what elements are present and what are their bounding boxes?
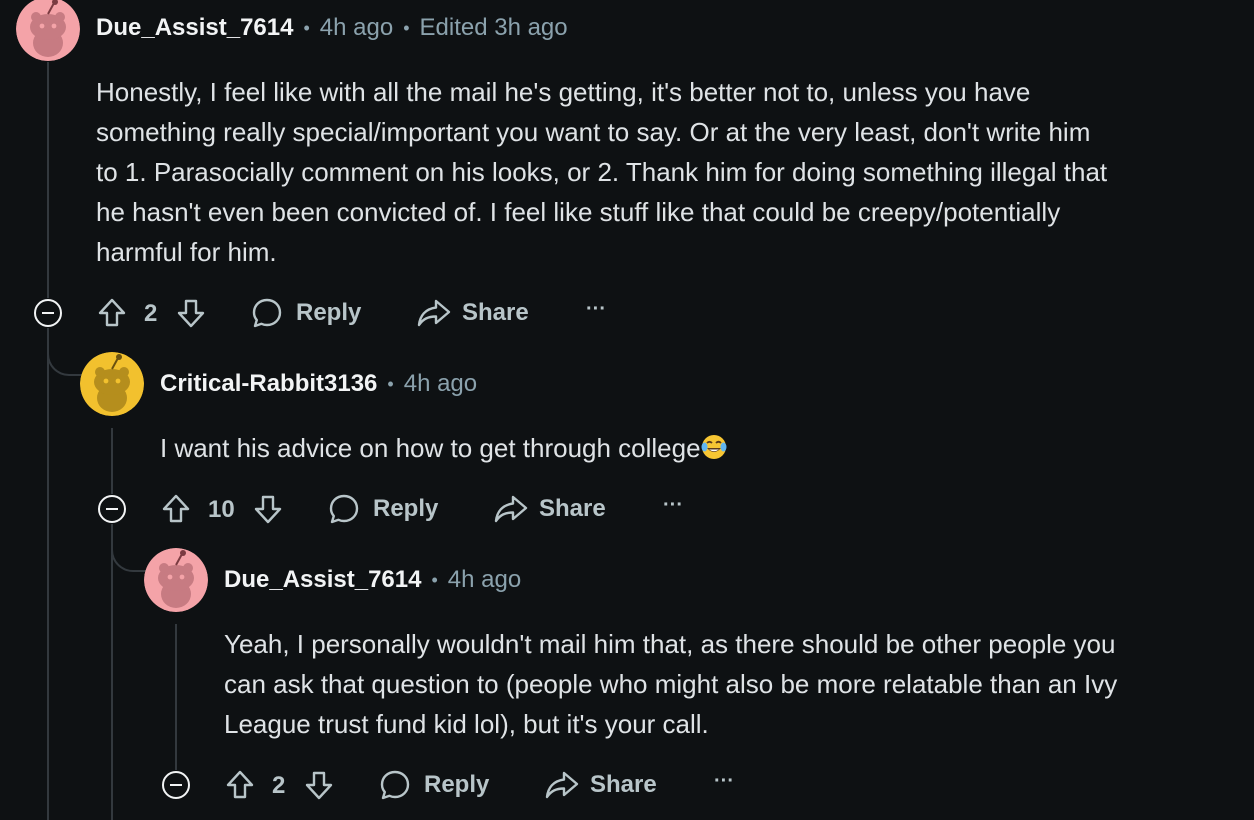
comment-meta: Critical-Rabbit3136 • 4h ago [160, 370, 477, 398]
comment-text-line: I want his advice on how to get through … [160, 428, 1160, 468]
reply-button[interactable]: Reply [378, 768, 489, 802]
snoo-avatar-icon [80, 352, 144, 416]
comment-text-line: something really special/important you w… [96, 117, 1091, 147]
snoo-avatar-icon [16, 0, 80, 61]
comment-text-line: Yeah, I personally wouldn't mail him tha… [224, 629, 1116, 659]
username[interactable]: Due_Assist_7614 [96, 14, 293, 42]
reply-button[interactable]: Reply [250, 296, 361, 330]
snoo-avatar-icon [144, 548, 208, 612]
reply-label: Reply [296, 299, 362, 326]
face-with-tears-of-joy-icon [701, 435, 727, 459]
share-button[interactable]: Share [544, 768, 657, 802]
username[interactable]: Due_Assist_7614 [224, 566, 421, 594]
username[interactable]: Critical-Rabbit3136 [160, 370, 377, 398]
comment-bubble-icon [252, 298, 282, 328]
thread-connector [47, 340, 83, 376]
vote-score: 2 [144, 300, 158, 327]
share-label: Share [462, 299, 529, 326]
timestamp[interactable]: 4h ago [404, 370, 477, 398]
reply-label: Reply [424, 771, 490, 798]
timestamp[interactable]: 4h ago [448, 566, 521, 594]
upvote-arrow-icon [226, 770, 254, 799]
reply-label: Reply [373, 495, 439, 522]
separator-dot: • [431, 569, 438, 590]
vote-score: 2 [272, 772, 286, 799]
comment-meta: Due_Assist_7614 • 4h ago [224, 566, 521, 594]
comment-text-line: League trust fund kid lol), but it's you… [224, 709, 709, 739]
comment-body: Yeah, I personally wouldn't mail him tha… [224, 624, 1249, 744]
vote-score: 10 [208, 496, 235, 523]
downvote-arrow-icon [305, 771, 333, 800]
downvote-button[interactable] [175, 297, 207, 329]
upvote-button[interactable] [160, 493, 192, 525]
more-options-button[interactable]: ··· [714, 770, 734, 793]
comment-text-line: Honestly, I feel like with all the mail … [96, 77, 1031, 107]
share-button[interactable]: Share [416, 296, 529, 330]
reply-button[interactable]: Reply [327, 492, 438, 526]
share-label: Share [539, 495, 606, 522]
collapse-thread-button[interactable] [162, 771, 190, 799]
upvote-button[interactable] [96, 297, 128, 329]
avatar[interactable] [144, 548, 208, 612]
upvote-arrow-icon [162, 494, 190, 523]
comment-meta: Due_Assist_7614 • 4h ago • Edited 3h ago [96, 14, 568, 42]
collapse-thread-button[interactable] [98, 495, 126, 523]
more-options-icon: ··· [663, 494, 683, 516]
share-arrow-icon [545, 771, 579, 799]
comment-bubble-icon [329, 494, 359, 524]
comment-text-line: to 1. Parasocially comment on his looks,… [96, 157, 1108, 187]
more-options-button[interactable]: ··· [586, 298, 606, 321]
edited-label: Edited 3h ago [419, 14, 568, 41]
more-options-button[interactable]: ··· [663, 494, 683, 517]
downvote-arrow-icon [254, 495, 282, 524]
share-button[interactable]: Share [493, 492, 606, 526]
share-arrow-icon [417, 299, 451, 327]
more-options-icon: ··· [714, 770, 734, 792]
avatar[interactable] [16, 0, 80, 61]
avatar[interactable] [80, 352, 144, 416]
comment-text-line: harmful for him. [96, 237, 277, 267]
downvote-button[interactable] [252, 493, 284, 525]
more-options-icon: ··· [586, 298, 606, 320]
comment-bubble-icon [380, 770, 410, 800]
upvote-button[interactable] [224, 769, 256, 801]
comment-body: I want his advice on how to get through … [160, 428, 1160, 468]
separator-dot: • [387, 373, 394, 394]
thread-line [175, 624, 177, 770]
thread-line [111, 524, 113, 820]
upvote-arrow-icon [98, 298, 126, 327]
separator-dot: • [303, 17, 310, 38]
share-arrow-icon [494, 495, 528, 523]
downvote-button[interactable] [303, 769, 335, 801]
comment-text: I want his advice on how to get through … [160, 433, 701, 463]
separator-dot: • [403, 17, 410, 38]
thread-connector [111, 536, 147, 572]
timestamp[interactable]: 4h ago [320, 14, 393, 42]
thread-line [47, 328, 49, 820]
downvote-arrow-icon [177, 299, 205, 328]
comment-body: Honestly, I feel like with all the mail … [96, 72, 1246, 272]
comment-text-line: he hasn't even been convicted of. I feel… [96, 197, 1061, 227]
comment-text-line: can ask that question to (people who mig… [224, 669, 1118, 699]
thread-line [47, 62, 49, 298]
share-label: Share [590, 771, 657, 798]
thread-line [111, 428, 113, 494]
collapse-thread-button[interactable] [34, 299, 62, 327]
